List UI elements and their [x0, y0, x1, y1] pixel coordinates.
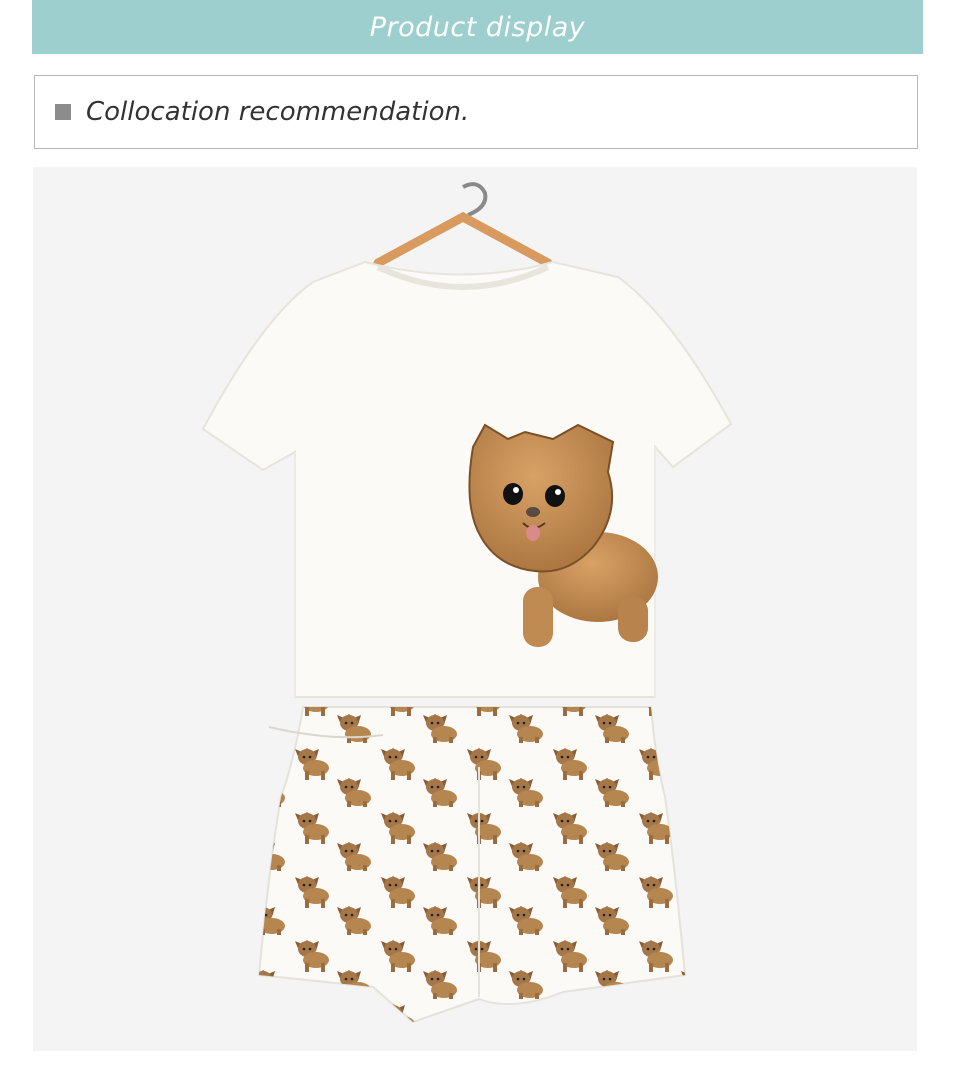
banner-title: Product display: [369, 11, 586, 43]
section-heading: Collocation recommendation.: [86, 97, 470, 127]
section-heading-box: Collocation recommendation.: [34, 75, 918, 149]
square-bullet-icon: [55, 104, 71, 120]
shorts: [257, 706, 687, 1024]
product-display-banner: Product display: [32, 0, 923, 54]
dog-pattern-icon: [259, 707, 685, 1022]
hanger-icon: [373, 182, 553, 268]
product-photo: [33, 167, 917, 1051]
shirt: [201, 260, 733, 698]
